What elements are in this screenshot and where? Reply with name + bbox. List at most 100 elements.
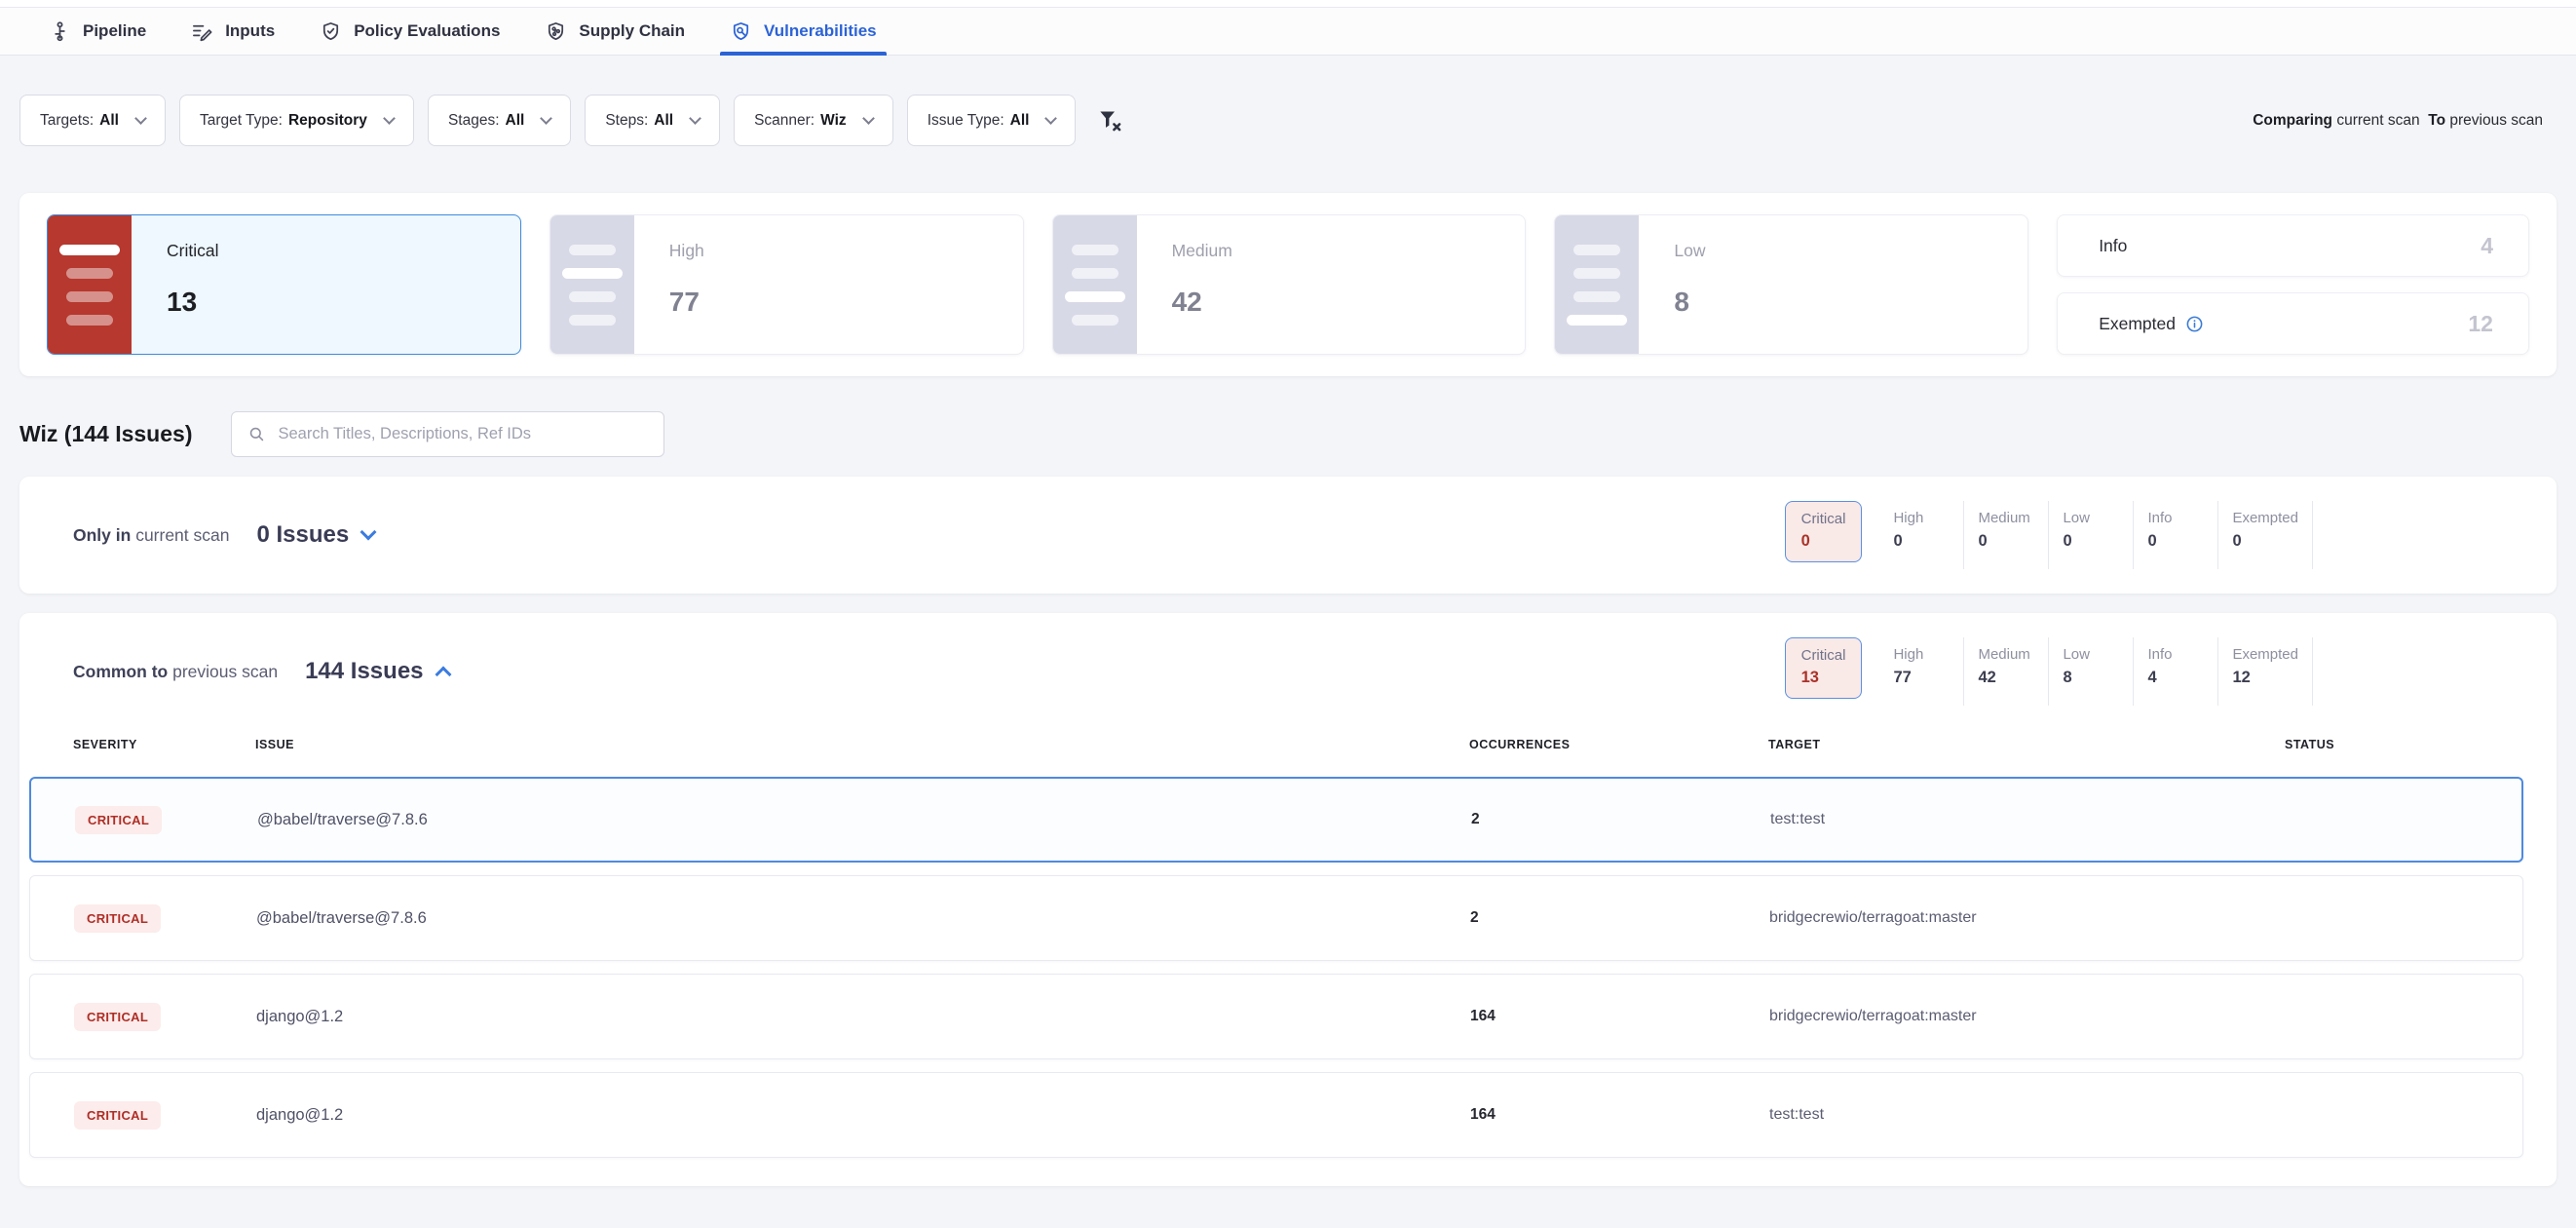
table-row[interactable]: CRITICAL django@1.2 164 test:test (29, 1072, 2523, 1158)
pipeline-icon (49, 20, 71, 43)
filter-target-type[interactable]: Target Type:Repository (179, 95, 414, 146)
target-cell: bridgecrewio/terragoat:master (1769, 1008, 2286, 1025)
severity-stats: Critical 0 High 0 Medium 0 Low 0 Info 0 (1785, 501, 2313, 569)
divider (2312, 501, 2313, 569)
chip-critical[interactable]: Critical 13 (1785, 637, 1863, 699)
search-input[interactable] (278, 425, 648, 443)
col-header-target: TARGET (1768, 738, 2285, 751)
table-row[interactable]: CRITICAL @babel/traverse@7.8.6 2 test:te… (29, 777, 2523, 863)
clear-filters-button[interactable] (1097, 107, 1123, 134)
comparing-label: Comparing current scan To previous scan (2253, 112, 2543, 130)
stat-low[interactable]: Low 0 (2049, 501, 2133, 551)
col-header-occurrences: OCCURRENCES (1469, 738, 1768, 751)
scanner-heading: Wiz (144 Issues) (19, 421, 192, 447)
chip-label: Critical (1801, 511, 1846, 527)
severity-badge: CRITICAL (74, 1101, 161, 1130)
info-card[interactable]: Info 4 (2057, 214, 2529, 277)
tab-label: Inputs (225, 21, 275, 41)
section-label-rest: previous scan (172, 662, 278, 681)
severity-bars-icon (1053, 215, 1137, 354)
tab-bar: Pipeline Inputs Policy Evaluations Suppl… (0, 8, 2576, 56)
table-row[interactable]: CRITICAL @babel/traverse@7.8.6 2 bridgec… (29, 875, 2523, 961)
stat-value: 77 (1893, 669, 1950, 687)
common-to-previous-scan-panel: Common to previous scan 144 Issues Criti… (19, 613, 2557, 1186)
stat-medium[interactable]: Medium 0 (1964, 501, 2048, 551)
filter-label: Issue Type: (928, 112, 1004, 130)
severity-card-label: Low (1674, 241, 1705, 261)
stat-value: 8 (2063, 669, 2119, 687)
supply-chain-shield-icon (545, 20, 567, 43)
tab-pipeline[interactable]: Pipeline (39, 8, 156, 55)
severity-stats: Critical 13 High 77 Medium 42 Low 8 Info… (1785, 637, 2313, 706)
occurrences-cell: 2 (1470, 909, 1769, 927)
stat-exempted[interactable]: Exempted 0 (2218, 501, 2312, 551)
stat-info[interactable]: Info 0 (2134, 501, 2217, 551)
tab-vulnerabilities[interactable]: Vulnerabilities (720, 8, 887, 55)
occurrences-cell: 2 (1471, 811, 1770, 828)
tab-inputs[interactable]: Inputs (181, 8, 284, 55)
policy-shield-icon (320, 20, 342, 43)
section-label: Common to previous scan (73, 662, 278, 682)
tab-policy-evaluations[interactable]: Policy Evaluations (310, 8, 510, 55)
severity-card-high[interactable]: High 77 (549, 214, 1024, 355)
severity-card-low[interactable]: Low 8 (1554, 214, 2028, 355)
comparing-text: previous scan (2449, 112, 2543, 129)
comparing-text: current scan (2336, 112, 2419, 129)
issue-cell: @babel/traverse@7.8.6 (257, 811, 1471, 829)
chip-value: 13 (1801, 669, 1846, 687)
severity-card-label: High (669, 241, 704, 261)
stat-label: Medium (1978, 510, 2034, 526)
stat-medium[interactable]: Medium 42 (1964, 637, 2048, 687)
filter-issue-type[interactable]: Issue Type:All (907, 95, 1077, 146)
severity-bars-icon (48, 215, 132, 354)
chip-critical[interactable]: Critical 0 (1785, 501, 1863, 562)
severity-card-label: Critical (167, 241, 218, 261)
chevron-down-icon (862, 112, 875, 125)
info-card-count: 4 (2481, 233, 2493, 259)
filter-value: All (654, 112, 673, 130)
chevron-down-icon (383, 112, 396, 125)
chevron-down-icon (1045, 112, 1058, 125)
filters-row: Targets:All Target Type:Repository Stage… (19, 95, 2543, 146)
scanner-section-header: Wiz (144 Issues) (19, 411, 2557, 457)
filter-label: Target Type: (200, 112, 283, 130)
severity-badge: CRITICAL (74, 904, 161, 933)
occurrences-cell: 164 (1470, 1008, 1769, 1025)
only-in-issues-toggle[interactable]: 0 Issues (256, 521, 374, 549)
stat-label: Exempted (2232, 646, 2298, 663)
severity-card-medium[interactable]: Medium 42 (1052, 214, 1527, 355)
chevron-up-icon (435, 667, 451, 683)
vulnerabilities-shield-icon (730, 20, 752, 43)
info-tooltip-icon[interactable] (2185, 315, 2204, 333)
col-header-status: STATUS (2285, 738, 2523, 751)
filter-stages[interactable]: Stages:All (428, 95, 571, 146)
stat-high[interactable]: High 0 (1879, 501, 1963, 551)
stat-low[interactable]: Low 8 (2049, 637, 2133, 687)
tab-supply-chain[interactable]: Supply Chain (535, 8, 695, 55)
severity-card-critical[interactable]: Critical 13 (47, 214, 521, 355)
stat-value: 0 (1893, 532, 1950, 551)
stat-exempted[interactable]: Exempted 12 (2218, 637, 2312, 687)
tab-label: Pipeline (83, 21, 146, 41)
chip-label: Critical (1801, 647, 1846, 664)
stat-info[interactable]: Info 4 (2134, 637, 2217, 687)
severity-card-count: 77 (669, 287, 704, 318)
stat-high[interactable]: High 77 (1879, 637, 1963, 687)
target-cell: test:test (1770, 811, 2287, 828)
stat-value: 42 (1978, 669, 2034, 687)
filter-label: Scanner: (754, 112, 814, 130)
exempted-card[interactable]: Exempted 12 (2057, 292, 2529, 355)
severity-card-label: Medium (1172, 241, 1232, 261)
common-to-issues-toggle[interactable]: 144 Issues (305, 658, 448, 685)
filter-steps[interactable]: Steps:All (585, 95, 720, 146)
chevron-down-icon (134, 112, 147, 125)
severity-card-count: 42 (1172, 287, 1232, 318)
issues-table: CRITICAL @babel/traverse@7.8.6 2 test:te… (19, 751, 2557, 1186)
filter-targets[interactable]: Targets:All (19, 95, 166, 146)
divider (2312, 637, 2313, 706)
table-row[interactable]: CRITICAL django@1.2 164 bridgecrewio/ter… (29, 974, 2523, 1059)
severity-badge: CRITICAL (75, 806, 162, 834)
severity-summary-panel: Critical 13 High 77 Medium 42 Low 8 Info… (19, 193, 2557, 376)
top-strip (0, 0, 2576, 8)
filter-scanner[interactable]: Scanner:Wiz (734, 95, 893, 146)
